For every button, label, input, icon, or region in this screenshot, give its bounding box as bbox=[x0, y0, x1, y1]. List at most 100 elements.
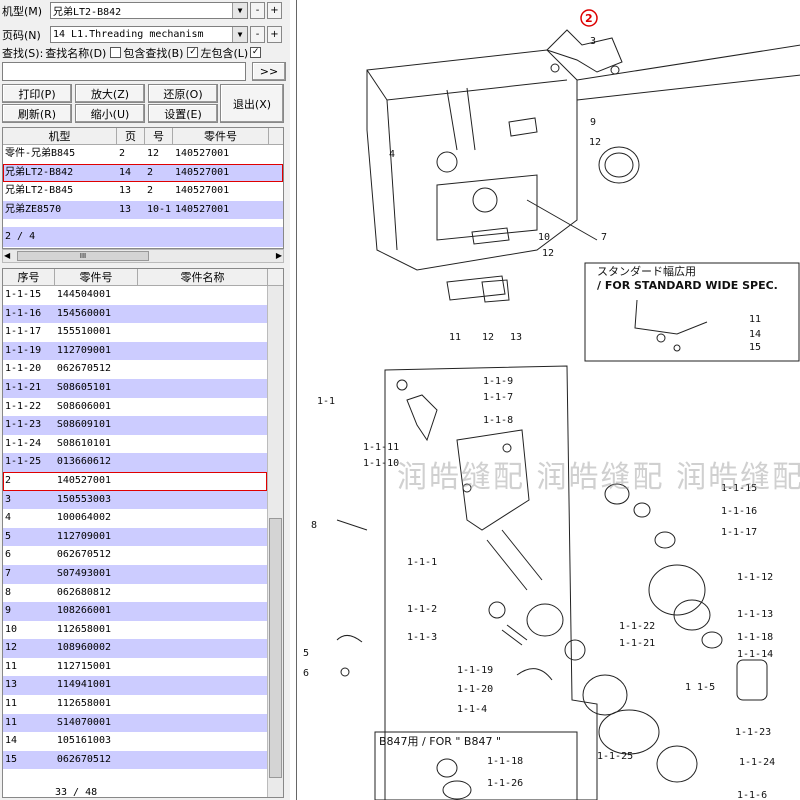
model-next-button[interactable]: + bbox=[267, 2, 282, 19]
table-row[interactable]: 11 S14070001 bbox=[3, 713, 267, 733]
callout-label[interactable]: 4 bbox=[389, 149, 395, 160]
chevron-down-icon[interactable]: ▼ bbox=[232, 3, 247, 18]
restore-button[interactable]: 还原(O) bbox=[148, 84, 218, 103]
table-row[interactable]: 4 100064002 bbox=[3, 509, 267, 528]
callout-label[interactable]: 12 bbox=[542, 248, 554, 259]
table-row[interactable]: 5 112709001 bbox=[3, 527, 267, 547]
callout-label[interactable]: 1-1 bbox=[317, 396, 335, 407]
callout-label[interactable]: 15 bbox=[749, 342, 761, 353]
callout-label[interactable]: 1-1-20 bbox=[457, 684, 493, 695]
print-button[interactable]: 打印(P) bbox=[2, 84, 72, 103]
checkbox-box[interactable] bbox=[110, 47, 122, 58]
callout-label[interactable]: 10 bbox=[538, 232, 550, 243]
callout-label[interactable]: 1-1-6 bbox=[737, 790, 767, 800]
table-row[interactable]: 1-1-24 S08610101 bbox=[3, 435, 267, 454]
callout-label[interactable]: 1-1-2 bbox=[407, 604, 437, 615]
table-row[interactable]: 兄弟LT2-B842 14 2 140527001 bbox=[3, 163, 283, 183]
callout-label[interactable]: 11 bbox=[449, 332, 461, 343]
callout-label[interactable]: 1-1-19 bbox=[457, 665, 493, 676]
table-row[interactable]: 兄弟LT2-B845 13 2 140527001 bbox=[3, 182, 283, 201]
table-row[interactable]: 11 112658001 bbox=[3, 695, 267, 714]
exit-button[interactable]: 退出(X) bbox=[220, 84, 284, 123]
model-select[interactable]: 兄弟LT2-B842 ▼ bbox=[50, 2, 248, 19]
callout-label[interactable]: 1-1-3 bbox=[407, 632, 437, 643]
left-include-checkbox[interactable]: ✓ 左包含(L) ✓ bbox=[187, 45, 263, 61]
table-row[interactable]: 13 114941001 bbox=[3, 676, 267, 696]
callout-label[interactable]: 1-1-24 bbox=[739, 757, 775, 768]
callout-label[interactable]: 1-1-23 bbox=[735, 727, 771, 738]
callout-label[interactable]: 1-1-12 bbox=[737, 572, 773, 583]
callout-label[interactable]: 1-1-10 bbox=[363, 458, 399, 469]
table-row[interactable]: 1-1-20 062670512 bbox=[3, 360, 267, 379]
include-search-checkbox[interactable]: 包含查找(B) bbox=[110, 45, 183, 61]
column-header[interactable]: 零件号 bbox=[173, 128, 269, 144]
callout-label[interactable]: 1-1-11 bbox=[363, 442, 399, 453]
callout-label[interactable]: 13 bbox=[510, 332, 522, 343]
table-row[interactable]: 14 105161003 bbox=[3, 732, 267, 751]
table-row[interactable]: 10 112658001 bbox=[3, 621, 267, 640]
callout-label[interactable]: 1-1-1 bbox=[407, 557, 437, 568]
callout-label[interactable]: 9 bbox=[590, 117, 596, 128]
callout-label[interactable]: 12 bbox=[589, 137, 601, 148]
table-row[interactable]: 11 112715001 bbox=[3, 658, 267, 677]
table-row[interactable]: 1-1-15 144504001 bbox=[3, 286, 267, 305]
refresh-button[interactable]: 刷新(R) bbox=[2, 104, 72, 123]
column-header[interactable]: 机型 bbox=[3, 128, 117, 144]
callout-label[interactable]: 6 bbox=[303, 668, 309, 679]
parts-vertical-scrollbar[interactable] bbox=[267, 286, 283, 797]
table-row[interactable]: 1-1-25 013660612 bbox=[3, 453, 267, 472]
search-go-button[interactable]: >> bbox=[252, 62, 286, 81]
callout-label[interactable]: 3 bbox=[590, 36, 596, 47]
zoom-in-button[interactable]: 放大(Z) bbox=[75, 84, 145, 103]
table-row[interactable]: 1-1-16 154560001 bbox=[3, 304, 267, 324]
table-row[interactable]: 15 062670512 bbox=[3, 750, 267, 770]
scroll-left-icon[interactable]: ◀ bbox=[4, 251, 10, 260]
table-row[interactable]: 零件-兄弟B845 2 12 140527001 bbox=[3, 145, 283, 164]
table-row[interactable]: 1-1-21 S08605101 bbox=[3, 378, 267, 398]
callout-label[interactable]: 1-1-17 bbox=[721, 527, 757, 538]
callout-label[interactable]: 14 bbox=[749, 329, 761, 340]
scroll-thumb[interactable]: III bbox=[17, 251, 149, 261]
table-row[interactable]: 9 108266001 bbox=[3, 602, 267, 621]
callout-label[interactable]: 7 bbox=[601, 232, 607, 243]
search-name-option[interactable]: 查找名称(D) bbox=[45, 45, 106, 61]
scroll-right-icon[interactable]: ▶ bbox=[276, 251, 282, 260]
table-row[interactable]: 8 062680812 bbox=[3, 584, 267, 603]
model-prev-button[interactable]: - bbox=[250, 2, 265, 19]
callout-label[interactable]: 11 bbox=[749, 314, 761, 325]
table-row[interactable]: 1-1-22 S08606001 bbox=[3, 398, 267, 417]
column-header[interactable]: 号 bbox=[145, 128, 173, 144]
table-row[interactable]: 兄弟ZE8570 13 10-1 140527001 bbox=[3, 200, 283, 220]
page-next-button[interactable]: + bbox=[267, 26, 282, 43]
search-input[interactable] bbox=[2, 62, 246, 81]
callout-label[interactable]: 1-1-13 bbox=[737, 609, 773, 620]
table-row[interactable]: 7 S07493001 bbox=[3, 564, 267, 584]
callout-label[interactable]: 1-1-15 bbox=[721, 483, 757, 494]
callout-label[interactable]: 1-1-22 bbox=[619, 621, 655, 632]
table-row[interactable]: 1-1-23 S08609101 bbox=[3, 416, 267, 435]
scroll-thumb[interactable] bbox=[269, 518, 282, 778]
callout-label[interactable]: 1-1-14 bbox=[737, 649, 773, 660]
callout-label[interactable]: 1-1-18 bbox=[487, 756, 523, 767]
column-header[interactable]: 序号 bbox=[3, 269, 55, 285]
page-select[interactable]: 14 L1.Threading mechanism ▼ bbox=[50, 26, 248, 43]
callout-label[interactable]: 1-1-7 bbox=[483, 392, 513, 403]
column-header[interactable]: 页 bbox=[117, 128, 145, 144]
column-header[interactable]: 零件号 bbox=[55, 269, 138, 285]
callout-label[interactable]: 1-1-4 bbox=[457, 704, 487, 715]
callout-label[interactable]: 1-1-21 bbox=[619, 638, 655, 649]
table-row[interactable]: 12 108960002 bbox=[3, 639, 267, 658]
table-row[interactable]: 1-1-17 155510001 bbox=[3, 323, 267, 342]
callout-label[interactable]: 1 1-5 bbox=[685, 682, 715, 693]
callout-2[interactable]: 2 bbox=[585, 12, 593, 25]
chevron-down-icon[interactable]: ▼ bbox=[232, 27, 247, 42]
callout-label[interactable]: 1-1-8 bbox=[483, 415, 513, 426]
callout-label[interactable]: 1-1-18 bbox=[737, 632, 773, 643]
table-row[interactable]: 2 140527001 bbox=[3, 471, 267, 491]
table-row[interactable]: 3 150553003 bbox=[3, 490, 267, 510]
callout-label[interactable]: 1-1-16 bbox=[721, 506, 757, 517]
table-row[interactable]: 1-1-19 112709001 bbox=[3, 341, 267, 361]
settings-button[interactable]: 设置(E) bbox=[148, 104, 218, 123]
callout-label[interactable]: 1-1-9 bbox=[483, 376, 513, 387]
callout-label[interactable]: 5 bbox=[303, 648, 309, 659]
